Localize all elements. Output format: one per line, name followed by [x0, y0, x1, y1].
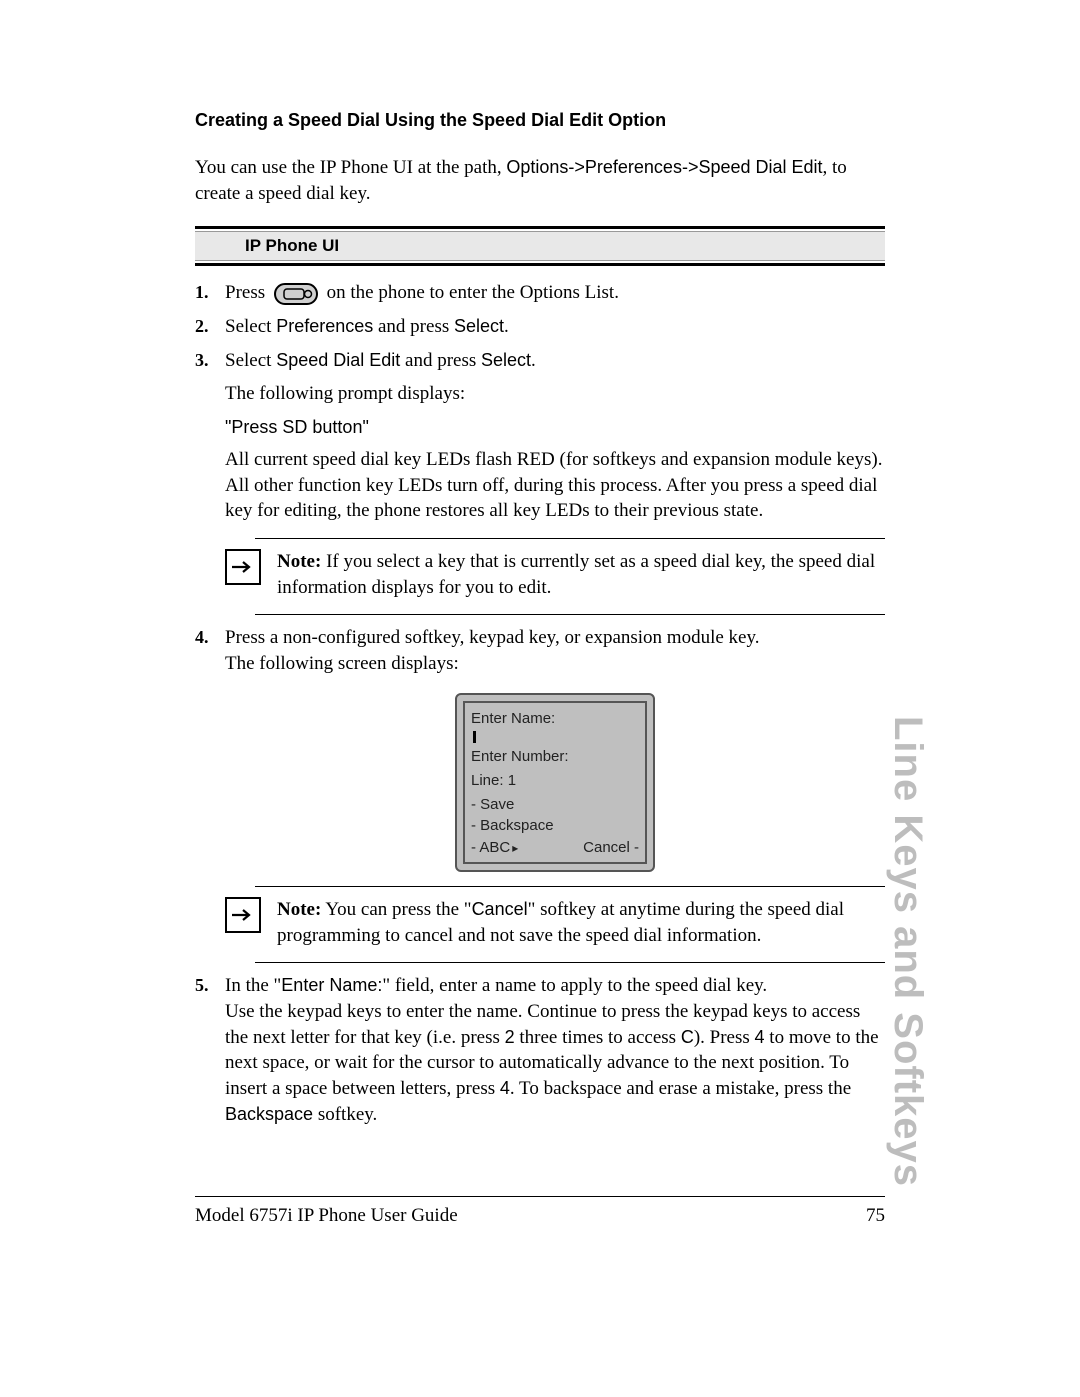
note-arrow-icon	[225, 897, 261, 933]
intro-paragraph: You can use the IP Phone UI at the path,…	[195, 155, 885, 206]
note-separator	[255, 886, 885, 887]
note-2-label: Note:	[277, 899, 321, 920]
note-2: Note: You can press the "Cancel" softkey…	[225, 897, 885, 948]
step-3-e: .	[531, 350, 536, 371]
step-2-preferences: Preferences	[276, 316, 373, 336]
step-3-explanation: All current speed dial key LEDs flash RE…	[225, 447, 885, 524]
step-5-h: . To backspace and erase a mistake, pres…	[510, 1078, 851, 1099]
step-5-key-4b: 4	[500, 1078, 510, 1098]
footer-doc-title: Model 6757i IP Phone User Guide	[195, 1205, 458, 1227]
note-1-body: If you select a key that is currently se…	[277, 551, 875, 598]
step-5-i: softkey.	[313, 1104, 377, 1125]
step-3-prompt-intro: The following prompt displays:	[225, 381, 885, 407]
note-2-a: You can press the "	[321, 899, 471, 920]
note-1-label: Note:	[277, 551, 321, 572]
note-1: Note: If you select a key that is curren…	[225, 549, 885, 600]
step-3-prompt: "Press SD button"	[225, 415, 885, 439]
phone-backspace-softkey: - Backspace	[471, 816, 639, 836]
page-footer: Model 6757i IP Phone User Guide 75	[195, 1205, 885, 1227]
step-5-c: " field, enter a name to apply to the sp…	[382, 975, 767, 996]
phone-abc-softkey: - ABC	[471, 838, 518, 858]
step-5-letter-c: C	[681, 1027, 694, 1047]
phone-screen: Enter Name: Enter Number: Line: 1 - Save…	[455, 693, 655, 873]
intro-text-pre: You can use the IP Phone UI at the path,	[195, 157, 506, 178]
phone-inner: Enter Name: Enter Number: Line: 1 - Save…	[463, 701, 647, 865]
step-4: Press a non-configured softkey, keypad k…	[195, 625, 885, 963]
step-5-a: In the "	[225, 975, 281, 996]
rule	[195, 226, 885, 229]
note-2-text: Note: You can press the "Cancel" softkey…	[277, 897, 885, 948]
note-1-text: Note: If you select a key that is curren…	[277, 549, 885, 600]
phone-line-label: Line: 1	[471, 771, 639, 791]
ip-phone-ui-bar: IP Phone UI	[195, 231, 885, 261]
step-2-select: Select	[454, 316, 504, 336]
page-content: Creating a Speed Dial Using the Speed Di…	[195, 110, 885, 1135]
options-button-icon	[274, 283, 318, 305]
rule	[195, 263, 885, 266]
step-4-a: Press a non-configured softkey, keypad k…	[225, 627, 760, 648]
step-3-select: Select	[481, 350, 531, 370]
phone-enter-number-label: Enter Number:	[471, 747, 639, 767]
note-2-cancel: Cancel	[472, 899, 528, 919]
step-1-text-a: Press	[225, 282, 270, 303]
step-2-e: .	[504, 316, 509, 337]
step-1: Press on the phone to enter the Options …	[195, 280, 885, 306]
step-2-a: Select	[225, 316, 276, 337]
step-5: In the "Enter Name:" field, enter a name…	[195, 973, 885, 1127]
note-arrow-icon	[225, 549, 261, 585]
step-3-speed-dial-edit: Speed Dial Edit	[276, 350, 400, 370]
step-5-backspace: Backspace	[225, 1104, 313, 1124]
phone-cancel-softkey: Cancel -	[583, 838, 639, 858]
note-separator	[255, 962, 885, 963]
step-1-text-b: on the phone to enter the Options List.	[327, 282, 619, 303]
step-3: Select Speed Dial Edit and press Select.…	[195, 348, 885, 616]
step-5-key-4a: 4	[755, 1027, 765, 1047]
step-3-a: Select	[225, 350, 276, 371]
step-5-e: three times to access	[515, 1027, 681, 1048]
intro-ui-path: Options->Preferences->Speed Dial Edit	[506, 157, 822, 177]
note-separator	[255, 538, 885, 539]
footer-page-number: 75	[866, 1205, 885, 1227]
phone-enter-name-label: Enter Name:	[471, 709, 639, 729]
step-5-key-2: 2	[505, 1027, 515, 1047]
steps-list: Press on the phone to enter the Options …	[195, 280, 885, 1127]
step-2-c: and press	[373, 316, 454, 337]
section-tab: Line Keys and Softkeys	[885, 716, 930, 1187]
step-5-enter-name: Enter Name:	[281, 975, 382, 995]
step-4-b: The following screen displays:	[225, 653, 459, 674]
section-heading: Creating a Speed Dial Using the Speed Di…	[195, 110, 885, 131]
step-3-c: and press	[400, 350, 481, 371]
footer-rule	[195, 1196, 885, 1197]
phone-cursor	[473, 731, 476, 743]
step-2: Select Preferences and press Select.	[195, 314, 885, 340]
note-separator	[255, 614, 885, 615]
step-5-f: ). Press	[694, 1027, 755, 1048]
phone-save-softkey: - Save	[471, 795, 639, 815]
